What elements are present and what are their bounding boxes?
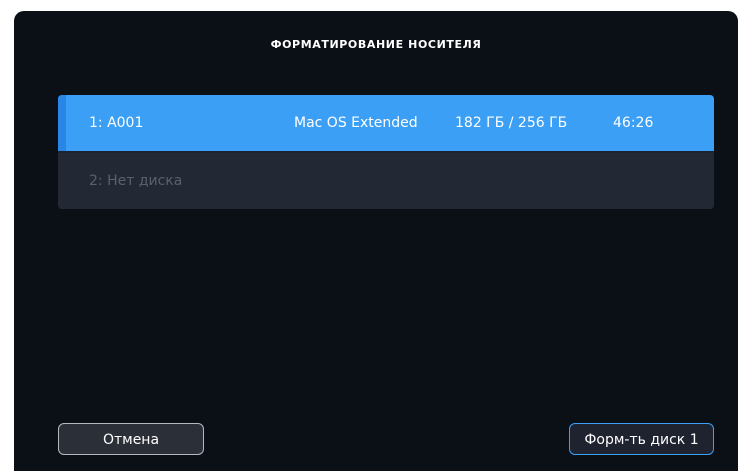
media-slot-format: Mac OS Extended: [294, 115, 418, 131]
cancel-button[interactable]: Отмена: [58, 423, 204, 455]
media-slot-remaining-time: 46:26: [613, 115, 654, 131]
selection-indicator: [58, 95, 66, 151]
media-slot-1[interactable]: 1: A001 Mac OS Extended 182 ГБ / 256 ГБ …: [58, 95, 714, 151]
format-card-button[interactable]: Форм-ть диск 1: [569, 423, 714, 455]
format-media-dialog: ФОРМАТИРОВАНИЕ НОСИТЕЛЯ 1: A001 Mac OS E…: [14, 11, 738, 471]
media-slot-capacity: 182 ГБ / 256 ГБ: [455, 115, 568, 131]
media-slot-2[interactable]: 2: Нет диска: [58, 153, 714, 209]
media-slot-name: 2: Нет диска: [89, 173, 183, 189]
dialog-title: ФОРМАТИРОВАНИЕ НОСИТЕЛЯ: [270, 38, 482, 51]
media-slot-name: 1: A001: [89, 115, 144, 131]
media-list: 1: A001 Mac OS Extended 182 ГБ / 256 ГБ …: [58, 95, 714, 209]
